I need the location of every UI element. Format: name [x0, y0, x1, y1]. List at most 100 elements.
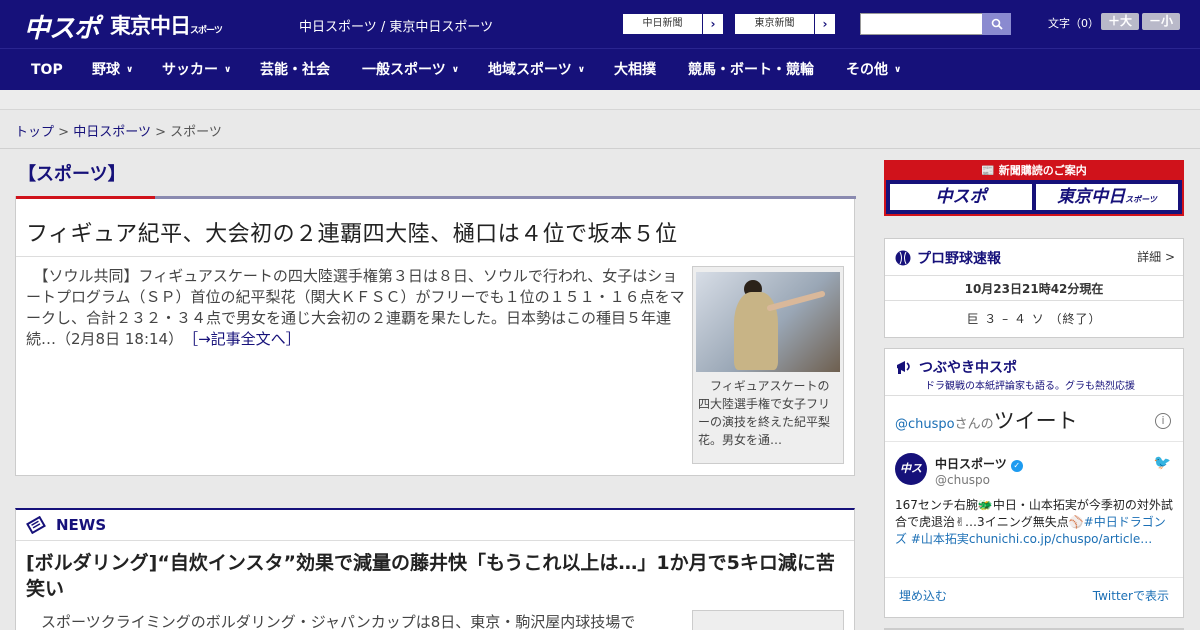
search-input[interactable]	[860, 13, 984, 35]
divider	[885, 441, 1183, 442]
nav-item-label: 地域スポーツ	[488, 62, 572, 78]
divider	[885, 395, 1183, 396]
tweets-heading-text: ツイート	[993, 409, 1078, 433]
chevron-down-icon: ∨	[126, 65, 134, 75]
tweets-title-text: つぶやき中スポ	[919, 360, 1017, 376]
divider	[16, 540, 854, 541]
divider	[885, 300, 1183, 301]
top-article-photo-box[interactable]: フィギュアスケートの四大陸選手権で女子フリーの演技を終えた紀平梨花。男女を通…	[692, 266, 844, 464]
page-title: 【スポーツ】	[18, 164, 126, 185]
news-headline[interactable]: [ボルダリング]“自炊インスタ”効果で減量の藤井快「もうこれ以上は…」1か月で5…	[26, 550, 846, 602]
nav-item-sumo[interactable]: 大相撲	[614, 49, 656, 91]
nav-item-label: その他	[846, 62, 888, 78]
top-article-headline[interactable]: フィギュア紀平、大会初の２連覇四大陸、樋口は４位で坂本５位	[26, 216, 678, 248]
top-article-body: 【ソウル共同】フィギュアスケートの四大陸選手権第３日は８日、ソウルで行われ、女子…	[26, 266, 686, 350]
tweet-account-handle[interactable]: @chuspo	[935, 473, 990, 487]
tweets-card: つぶやき中スポ ドラ観戦の本紙評論家も語る。グラも熱烈応援 @chuspoさんの…	[884, 348, 1184, 618]
nav-item-label: 芸能・社会	[260, 62, 330, 78]
nav-item-baseball[interactable]: 野球 ∨	[92, 49, 133, 91]
tokyo-chunichi-logo-small: スポーツ	[190, 26, 223, 36]
search-button[interactable]	[982, 13, 1011, 35]
news-ticket-icon	[26, 516, 46, 534]
avatar[interactable]: 中スポ	[895, 453, 927, 507]
subscription-chuspo: 中スポ	[888, 182, 1034, 212]
embed-link[interactable]: 埋め込む	[899, 587, 947, 604]
breadcrumb-separator: >	[155, 125, 166, 140]
skater-arm	[766, 290, 826, 312]
nav-item-soccer[interactable]: サッカー ∨	[162, 49, 231, 91]
nav-item-label: 野球	[92, 62, 120, 78]
nav-item-label: 大相撲	[614, 62, 656, 78]
info-icon[interactable]: i	[1155, 413, 1171, 429]
nav-item-top[interactable]: TOP	[31, 49, 63, 91]
baseball-timestamp: 10月23日21時42分現在	[964, 282, 1104, 296]
twitter-handle-suffix: さんの	[954, 417, 994, 432]
subscription-title-text: 新聞購読のご案内	[998, 164, 1087, 177]
twitter-handle-link[interactable]: @chuspo	[895, 417, 955, 432]
baseball-detail-link[interactable]: 詳細 >	[1137, 248, 1175, 265]
font-smaller-button[interactable]: －小	[1142, 13, 1180, 30]
baseball-scores-card: プロ野球速報 詳細 > 10月23日21時42分現在 巨 ３ – ４ ソ （終了…	[884, 238, 1184, 338]
tweet-account-name-text: 中日スポーツ	[935, 457, 1007, 471]
nav-item-other[interactable]: その他 ∨	[846, 49, 901, 91]
ad-strip	[0, 90, 1200, 110]
chunichi-shimbun-button[interactable]: 中日新聞 ›	[622, 13, 724, 35]
twitter-bird-icon[interactable]: 🐦	[1154, 455, 1171, 471]
tweets-heading: @chuspoさんのツイート	[895, 405, 1078, 435]
search-icon	[991, 18, 1003, 30]
main-nav: TOP 野球 ∨ サッカー ∨ 芸能・社会 一般スポーツ ∨ 地域スポーツ ∨ 大相撲 …	[0, 48, 1200, 90]
photo-caption: フィギュアスケートの四大陸選手権で女子フリーの演技を終えた紀平梨花。男女を通…	[698, 379, 831, 447]
tweet-account-name[interactable]: 中日スポーツ ✓	[935, 455, 1023, 472]
breadcrumb-divider	[0, 148, 1200, 149]
breadcrumb-current: スポーツ	[170, 125, 222, 140]
baseball-score-row[interactable]: 巨 ３ – ４ ソ （終了）	[885, 310, 1183, 327]
top-article-photo	[696, 272, 840, 372]
chevron-down-icon: ∨	[894, 65, 902, 75]
tokyo-chunichi-logo[interactable]: 東京中日スポーツ	[110, 10, 223, 40]
nav-item-label: 競馬・ボート・競輪	[688, 62, 814, 78]
news-label: NEWS	[56, 516, 107, 534]
nav-item-label: 一般スポーツ	[362, 62, 446, 78]
font-larger-button[interactable]: ＋大	[1101, 13, 1139, 30]
nav-item-label: サッカー	[162, 62, 218, 78]
baseball-title: プロ野球速報	[895, 248, 1001, 268]
chevron-right-icon: ›	[822, 17, 828, 31]
baseball-icon	[895, 250, 911, 266]
megaphone-icon	[897, 361, 910, 374]
nav-item-label: TOP	[31, 62, 63, 78]
site-name-link[interactable]: 中日スポーツ / 東京中日スポーツ	[299, 16, 493, 35]
read-more-link[interactable]: ［→記事全文へ］	[191, 330, 301, 348]
chevron-down-icon: ∨	[224, 65, 232, 75]
font-size-label: 文字（0）	[1048, 17, 1099, 30]
chevron-down-icon: ∨	[451, 65, 460, 75]
top-header: 中スポ 東京中日スポーツ 中日スポーツ / 東京中日スポーツ 中日新聞 › 東京…	[0, 0, 1200, 48]
tokyo-shimbun-label: 東京新聞	[735, 14, 815, 34]
news-photo[interactable]	[692, 610, 844, 630]
chuspo-logo[interactable]: 中スポ	[24, 8, 100, 45]
subscription-tokyo-chunichi-small: スポーツ	[1125, 195, 1157, 204]
nav-item-general-sports[interactable]: 一般スポーツ ∨	[362, 49, 459, 91]
breadcrumb-top[interactable]: トップ	[15, 125, 54, 140]
nav-item-racing[interactable]: 競馬・ボート・競輪	[688, 49, 814, 91]
verified-badge-icon: ✓	[1010, 460, 1023, 472]
news-card: NEWS [ボルダリング]“自炊インスタ”効果で減量の藤井快「もうこれ以上は…」…	[15, 508, 855, 630]
breadcrumb: トップ > 中日スポーツ > スポーツ	[15, 121, 222, 140]
chevron-right-icon: ›	[710, 17, 716, 31]
breadcrumb-separator: >	[58, 125, 70, 140]
nav-item-regional-sports[interactable]: 地域スポーツ ∨	[488, 49, 585, 91]
subscription-title: 📰 新聞購読のご案内	[981, 164, 1087, 177]
breadcrumb-chunichi-sports[interactable]: 中日スポーツ	[73, 125, 151, 140]
card-top-line-accent	[16, 196, 155, 199]
tokyo-shimbun-button[interactable]: 東京新聞 ›	[734, 13, 836, 35]
nav-item-entertainment[interactable]: 芸能・社会	[260, 49, 330, 91]
card-top-line	[16, 196, 856, 199]
tokyo-chunichi-logo-text: 東京中日	[110, 14, 191, 38]
news-body: スポーツクライミングのボルダリング・ジャパンカップは8日、東京・駒沢屋内球技場で	[26, 613, 636, 630]
news-heading: NEWS	[26, 516, 106, 534]
subscription-tokyo-chunichi: 東京中日スポーツ	[1034, 182, 1180, 212]
subscription-banner[interactable]: 📰 新聞購読のご案内 中スポ 東京中日スポーツ	[884, 160, 1184, 216]
divider	[16, 256, 854, 257]
view-on-twitter-link[interactable]: Twitterで表示	[1093, 587, 1169, 604]
top-article-card: フィギュア紀平、大会初の２連覇四大陸、樋口は４位で坂本５位 【ソウル共同】フィギ…	[15, 196, 856, 476]
tweet-text[interactable]: 167センチ右腕🐲中日・山本拓実が今季初の対外試合で虎退治✌…3イニング無失点⚾…	[895, 497, 1175, 548]
